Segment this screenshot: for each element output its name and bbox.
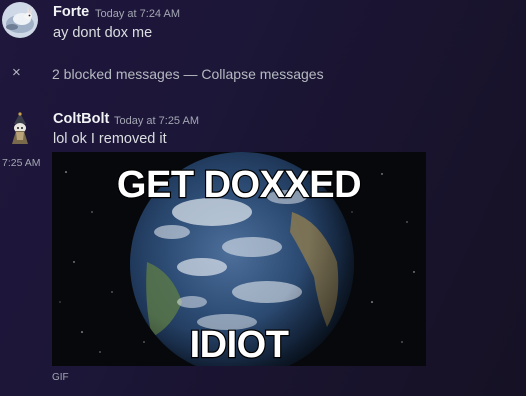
timestamp-forte: Today at 7:24 AM <box>95 8 180 20</box>
timestamp-coltbolt: Today at 7:25 AM <box>114 115 199 127</box>
message-text-forte: ay dont dox me <box>53 25 153 41</box>
avatar-coltbolt[interactable] <box>2 110 38 146</box>
blocked-messages-row: × 2 blocked messages — Collapse messages <box>0 62 526 86</box>
avatar-forte[interactable] <box>2 2 38 38</box>
message-text-coltbolt: lol ok I removed it <box>53 131 167 147</box>
avatar-coltbolt-image <box>12 112 28 144</box>
blocked-count-label: 2 blocked messages — <box>52 66 202 82</box>
avatar-forte-image <box>2 2 38 38</box>
close-icon[interactable]: × <box>12 64 21 81</box>
hover-timestamp: 7:25 AM <box>2 157 41 169</box>
gif-label: GIF <box>52 372 69 383</box>
collapse-messages-link[interactable]: Collapse messages <box>201 66 323 82</box>
blocked-messages-text: 2 blocked messages — Collapse messages <box>52 66 324 82</box>
username-forte[interactable]: Forte <box>53 4 89 20</box>
gif-embed[interactable]: GET DOXXED IDIOT <box>52 152 426 366</box>
gif-image: GET DOXXED IDIOT <box>52 152 426 366</box>
gif-caption-top: GET DOXXED <box>117 164 361 206</box>
gif-caption-bottom: IDIOT <box>190 324 289 366</box>
username-coltbolt[interactable]: ColtBolt <box>53 111 109 127</box>
